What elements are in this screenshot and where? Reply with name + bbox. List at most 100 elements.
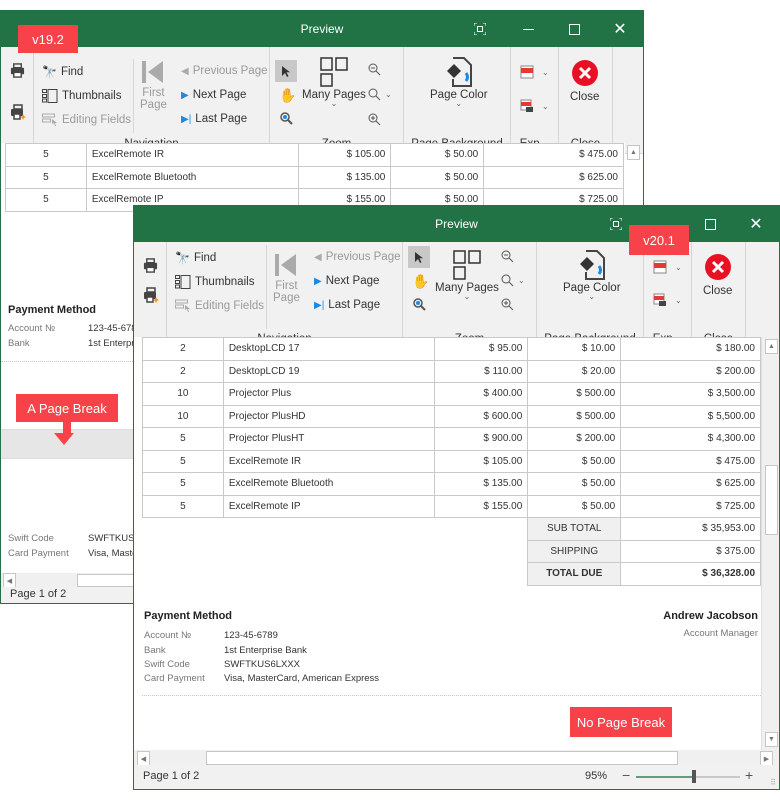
qty-cell: 10 xyxy=(142,404,224,428)
maximize-button[interactable] xyxy=(687,206,733,242)
last-page-button[interactable]: ▶| Last Page xyxy=(181,113,247,125)
items-table: 5 ExcelRemote IR $ 105.00 $ 50.00 $ 475.00 5 E… xyxy=(5,143,624,212)
next-page-icon: ▶ xyxy=(181,89,189,101)
first-page-button[interactable]: First Page xyxy=(140,59,167,111)
pointer-tool-button[interactable] xyxy=(408,246,430,268)
next-page-button[interactable]: ▶ Next Page xyxy=(181,89,246,101)
minimize-icon xyxy=(522,28,534,30)
table-row: 5 ExcelRemote Bluetooth $ 135.00 $ 50.00 $ 6… xyxy=(142,472,761,496)
magnifier-tool-button[interactable] xyxy=(280,112,293,125)
scroll-down-button[interactable]: ▼ xyxy=(765,732,778,747)
zoom-in-slider-button[interactable]: + xyxy=(745,767,753,783)
zoom-dropdown-button[interactable]: ⌄ xyxy=(501,274,525,287)
page-color-button[interactable]: Page Color ⌄ xyxy=(563,250,621,301)
quick-print-icon xyxy=(144,287,159,303)
total-due-value: $ 36,328.00 xyxy=(620,562,761,586)
zoom-out-button[interactable] xyxy=(501,250,514,263)
find-button[interactable]: 🔭 Find xyxy=(175,251,216,265)
magnifier-tool-button[interactable] xyxy=(413,298,426,311)
export-pdf-button[interactable]: ⌄ xyxy=(653,260,682,274)
scroll-left-button[interactable]: ◀ xyxy=(3,573,16,588)
vertical-scroll-thumb[interactable] xyxy=(765,465,778,535)
scroll-up-button[interactable]: ▲ xyxy=(627,145,640,160)
bank-row: Bank 1st Enterprise Bank xyxy=(144,645,307,656)
qty-cell: 5 xyxy=(142,472,224,496)
zoom-slider-thumb[interactable] xyxy=(692,770,697,783)
qty-cell: 5 xyxy=(5,143,87,167)
shipping-row: SHIPPING $ 375.00 xyxy=(143,539,761,563)
discount-cell: $ 50.00 xyxy=(527,472,622,496)
first-page-icon xyxy=(275,254,297,276)
scroll-left-button[interactable]: ◀ xyxy=(137,751,150,766)
ribbon-group-export: ⌄ ⌄ Exp... xyxy=(511,47,559,154)
vertical-scrollbar[interactable]: ▲ ▼ xyxy=(761,337,779,750)
send-pdf-button[interactable]: ⌄ xyxy=(653,293,682,307)
close-window-button[interactable]: ✕ xyxy=(597,11,643,47)
hand-tool-button[interactable]: ✋ xyxy=(412,273,429,290)
account-row: Account № 123-45-6789 xyxy=(144,630,278,641)
qty-cell: 5 xyxy=(142,449,224,473)
resize-grip-icon[interactable]: ⠿ xyxy=(770,778,776,787)
zoom-slider[interactable] xyxy=(636,770,740,783)
maximize-button[interactable] xyxy=(551,11,597,47)
previous-page-button[interactable]: ◀ Previous Page xyxy=(181,65,268,77)
close-window-button[interactable]: ✕ xyxy=(733,206,779,242)
close-preview-button[interactable]: Close xyxy=(703,253,732,297)
discount-cell: $ 200.00 xyxy=(527,427,622,451)
last-page-button[interactable]: ▶| Last Page xyxy=(314,299,380,311)
total-due-row: TOTAL DUE $ 36,328.00 xyxy=(143,562,761,586)
chevron-down-icon: ⌄ xyxy=(675,295,682,305)
export-pdf-button[interactable]: ⌄ xyxy=(520,65,549,79)
chevron-down-icon: ⌄ xyxy=(455,99,463,108)
many-pages-button[interactable]: Many Pages ⌄ xyxy=(435,250,499,301)
table-row: 2 DesktopLCD 17 $ 95.00 $ 10.00 $ 180.00 xyxy=(142,337,761,361)
product-cell: ExcelRemote Bluetooth xyxy=(222,472,436,496)
zoom-out-button[interactable] xyxy=(368,63,381,76)
price-cell: $ 135.00 xyxy=(434,472,529,496)
close-circle-icon xyxy=(704,254,731,280)
page-status: Page 1 of 2 xyxy=(10,588,67,600)
send-pdf-button[interactable]: ⌄ xyxy=(520,99,549,113)
price-cell: $ 155.00 xyxy=(434,494,529,518)
previous-page-button[interactable]: ◀ Previous Page xyxy=(314,251,401,263)
pointer-tool-button[interactable] xyxy=(275,60,297,82)
horizontal-scroll-thumb[interactable] xyxy=(206,751,678,765)
scroll-right-button[interactable]: ▶ xyxy=(760,751,773,766)
quick-print-button[interactable] xyxy=(10,104,26,120)
thumbnails-button[interactable]: Thumbnails xyxy=(42,89,121,103)
discount-cell: $ 50.00 xyxy=(390,165,485,189)
many-pages-button[interactable]: Many Pages ⌄ xyxy=(302,57,366,108)
page-color-button[interactable]: Page Color ⌄ xyxy=(430,57,488,108)
discount-cell: $ 500.00 xyxy=(527,382,622,406)
chevron-down-icon: ⌄ xyxy=(330,99,338,108)
zoom-in-button[interactable] xyxy=(501,298,514,311)
minimize-button[interactable] xyxy=(505,11,551,47)
zoom-in-button[interactable] xyxy=(368,113,381,126)
discount-cell: $ 50.00 xyxy=(390,143,485,167)
chevron-down-icon: ⌄ xyxy=(463,292,471,301)
ribbon: ... 🔭 Find Thumbnails Editing Fields Fir… xyxy=(1,47,643,154)
hand-tool-button[interactable]: ✋ xyxy=(279,87,296,104)
full-screen-button[interactable] xyxy=(457,11,503,47)
find-button[interactable]: 🔭 Find xyxy=(42,65,83,79)
next-page-button[interactable]: ▶ Next Page xyxy=(314,275,379,287)
scroll-up-button[interactable]: ▲ xyxy=(765,339,778,354)
quick-print-button[interactable] xyxy=(143,287,159,303)
ribbon-group-close: Close Close xyxy=(692,242,746,349)
ribbon-group-page-background: Page Color ⌄ Page Background xyxy=(537,242,644,349)
first-page-button[interactable]: First Page xyxy=(273,252,300,304)
product-cell: ExcelRemote IR xyxy=(222,449,436,473)
editing-fields-button[interactable]: Editing Fields xyxy=(42,113,131,127)
document-view: 2 DesktopLCD 17 $ 95.00 $ 10.00 $ 180.00 2 Des… xyxy=(134,337,761,750)
print-button[interactable] xyxy=(143,258,158,273)
print-button[interactable] xyxy=(10,63,25,78)
zoom-out-slider-button[interactable]: − xyxy=(622,767,630,783)
pdf-icon xyxy=(520,65,534,79)
editing-fields-button[interactable]: Editing Fields xyxy=(175,299,264,313)
editing-fields-label: Editing Fields xyxy=(62,114,132,126)
product-cell: DesktopLCD 19 xyxy=(222,359,436,383)
thumbnails-button[interactable]: Thumbnails xyxy=(175,275,254,289)
no-page-break-callout: No Page Break xyxy=(570,707,672,737)
close-preview-button[interactable]: Close xyxy=(570,59,599,103)
zoom-dropdown-button[interactable]: ⌄ xyxy=(368,88,392,101)
